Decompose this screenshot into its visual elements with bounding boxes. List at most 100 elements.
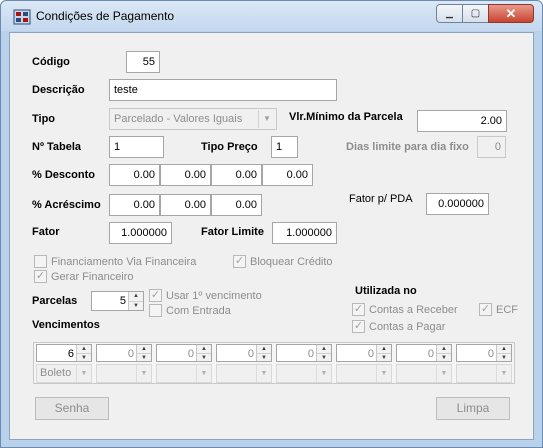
- financiamento-checkbox[interactable]: Financiamento Via Financeira: [34, 255, 196, 268]
- acrescimo-field-2[interactable]: 0.00: [160, 194, 211, 216]
- vencimento-spin-buttons[interactable]: ▲ ▼: [256, 345, 271, 361]
- dias-limite-field[interactable]: 0: [477, 136, 506, 158]
- vlr-minimo-field[interactable]: 2.00: [417, 110, 507, 132]
- vencimento-day-stepper[interactable]: 0 ▲ ▼: [96, 344, 152, 362]
- vencimento-spin-buttons[interactable]: ▲ ▼: [436, 345, 451, 361]
- chevron-down-icon: ▼: [496, 365, 511, 382]
- vencimento-spin-buttons[interactable]: ▲ ▼: [136, 345, 151, 361]
- tipo-label: Tipo: [32, 113, 56, 125]
- vencimento-type-dropdown[interactable]: ▼: [156, 364, 212, 383]
- fator-field[interactable]: 1.000000: [109, 222, 172, 244]
- contas-pagar-label: Contas a Pagar: [369, 320, 446, 333]
- spin-down-icon[interactable]: ▼: [77, 353, 91, 361]
- contas-pagar-checkbox[interactable]: ✓ Contas a Pagar: [352, 320, 445, 333]
- tabela-field[interactable]: 1: [109, 136, 164, 158]
- chevron-down-icon: ▼: [376, 365, 391, 382]
- spin-up-icon[interactable]: ▲: [257, 345, 271, 353]
- vlr-minimo-label: Vlr.Mínimo da Parcela: [289, 111, 403, 123]
- fator-limite-label: Fator Limite: [201, 226, 264, 238]
- descricao-field[interactable]: teste: [109, 79, 337, 101]
- vencimento-day-stepper[interactable]: 0 ▲ ▼: [276, 344, 332, 362]
- spin-up-icon[interactable]: ▲: [317, 345, 331, 353]
- parcelas-stepper[interactable]: 5 ▲ ▼: [91, 291, 144, 311]
- vencimento-type-dropdown[interactable]: ▼: [396, 364, 452, 383]
- spin-down-icon[interactable]: ▼: [497, 353, 511, 361]
- acrescimo-field-1[interactable]: 0.00: [109, 194, 160, 216]
- vencimento-spin-buttons[interactable]: ▲ ▼: [496, 345, 511, 361]
- vencimento-spin-buttons[interactable]: ▲ ▼: [196, 345, 211, 361]
- minimize-icon: ▁: [446, 8, 453, 18]
- spin-down-icon[interactable]: ▼: [197, 353, 211, 361]
- fator-pda-label: Fator p/ PDA: [349, 193, 413, 205]
- chevron-down-icon: ▼: [256, 365, 271, 382]
- vencimento-spin-buttons[interactable]: ▲ ▼: [76, 345, 91, 361]
- vencimento-day-stepper[interactable]: 0 ▲ ▼: [396, 344, 452, 362]
- title-bar[interactable]: Condições de Pagamento ▁ ▢ ✕: [1, 1, 542, 31]
- desconto-field-4[interactable]: 0.00: [262, 164, 313, 186]
- spin-down-icon[interactable]: ▼: [129, 301, 143, 310]
- vencimento-type-dropdown[interactable]: ▼: [216, 364, 272, 383]
- codigo-field[interactable]: 55: [126, 51, 160, 73]
- fator-limite-field[interactable]: 1.000000: [272, 222, 337, 244]
- spin-down-icon[interactable]: ▼: [377, 353, 391, 361]
- tipo-preco-field[interactable]: 1: [271, 136, 298, 158]
- vencimento-type-dropdown[interactable]: ▼: [336, 364, 392, 383]
- desconto-field-1[interactable]: 0.00: [109, 164, 160, 186]
- minimize-button[interactable]: ▁: [436, 4, 463, 23]
- vencimento-day-stepper[interactable]: 6 ▲ ▼: [36, 344, 92, 362]
- check-icon: ✓: [352, 320, 365, 333]
- acrescimo-field-3[interactable]: 0.00: [211, 194, 262, 216]
- vencimento-day-stepper[interactable]: 0 ▲ ▼: [456, 344, 512, 362]
- vencimento-day-value: 0: [367, 348, 374, 360]
- desconto-field-2[interactable]: 0.00: [160, 164, 211, 186]
- spin-down-icon[interactable]: ▼: [317, 353, 331, 361]
- com-entrada-label: Com Entrada: [166, 304, 231, 317]
- vencimento-day-value: 6: [67, 348, 74, 360]
- vencimento-type-dropdown[interactable]: ▼: [456, 364, 512, 383]
- parcelas-value: 5: [119, 295, 126, 307]
- spin-up-icon[interactable]: ▲: [77, 345, 91, 353]
- spin-up-icon[interactable]: ▲: [377, 345, 391, 353]
- parcelas-spin-buttons[interactable]: ▲ ▼: [128, 292, 143, 310]
- check-icon: ✓: [34, 270, 47, 283]
- bloquear-credito-label: Bloquear Crédito: [250, 255, 333, 268]
- com-entrada-checkbox[interactable]: Com Entrada: [149, 304, 231, 317]
- close-button[interactable]: ✕: [488, 4, 534, 23]
- spin-down-icon[interactable]: ▼: [437, 353, 451, 361]
- contas-receber-checkbox[interactable]: ✓ Contas a Receber: [352, 303, 458, 316]
- usar-vencimento-checkbox[interactable]: ✓ Usar 1º vencimento: [149, 289, 262, 302]
- check-icon: ✓: [352, 303, 365, 316]
- spin-up-icon[interactable]: ▲: [137, 345, 151, 353]
- desconto-field-3[interactable]: 0.00: [211, 164, 262, 186]
- check-icon: ✓: [233, 255, 246, 268]
- ecf-checkbox[interactable]: ✓ ECF: [479, 303, 518, 316]
- vencimento-day-stepper[interactable]: 0 ▲ ▼: [216, 344, 272, 362]
- vencimento-type-dropdown[interactable]: Boleto ▼: [36, 364, 92, 383]
- vencimento-day-value: 0: [487, 348, 494, 360]
- spin-down-icon[interactable]: ▼: [257, 353, 271, 361]
- bloquear-credito-checkbox[interactable]: ✓ Bloquear Crédito: [233, 255, 333, 268]
- tipo-dropdown[interactable]: Parcelado - Valores Iguais ▼: [109, 108, 277, 130]
- fator-pda-field[interactable]: 0.000000: [426, 193, 489, 215]
- gerar-financeiro-label: Gerar Financeiro: [51, 270, 134, 283]
- vencimento-spin-buttons[interactable]: ▲ ▼: [376, 345, 391, 361]
- spin-up-icon[interactable]: ▲: [497, 345, 511, 353]
- spin-up-icon[interactable]: ▲: [197, 345, 211, 353]
- gerar-financeiro-checkbox[interactable]: ✓ Gerar Financeiro: [34, 270, 134, 283]
- vencimento-day-stepper[interactable]: 0 ▲ ▼: [156, 344, 212, 362]
- spin-up-icon[interactable]: ▲: [437, 345, 451, 353]
- limpa-button[interactable]: Limpa: [436, 397, 510, 420]
- vencimento-day-stepper[interactable]: 0 ▲ ▼: [336, 344, 392, 362]
- spin-down-icon[interactable]: ▼: [137, 353, 151, 361]
- utilizada-no-label: Utilizada no: [355, 285, 417, 297]
- fator-label: Fator: [32, 226, 60, 238]
- vencimento-type-dropdown[interactable]: ▼: [276, 364, 332, 383]
- vencimento-type-dropdown[interactable]: ▼: [96, 364, 152, 383]
- vencimento-spin-buttons[interactable]: ▲ ▼: [316, 345, 331, 361]
- vencimento-day-value: 0: [427, 348, 434, 360]
- spin-up-icon[interactable]: ▲: [129, 292, 143, 301]
- senha-button[interactable]: Senha: [35, 397, 109, 420]
- financiamento-label: Financiamento Via Financeira: [51, 255, 197, 268]
- maximize-button[interactable]: ▢: [462, 4, 489, 23]
- check-icon: ✓: [479, 303, 492, 316]
